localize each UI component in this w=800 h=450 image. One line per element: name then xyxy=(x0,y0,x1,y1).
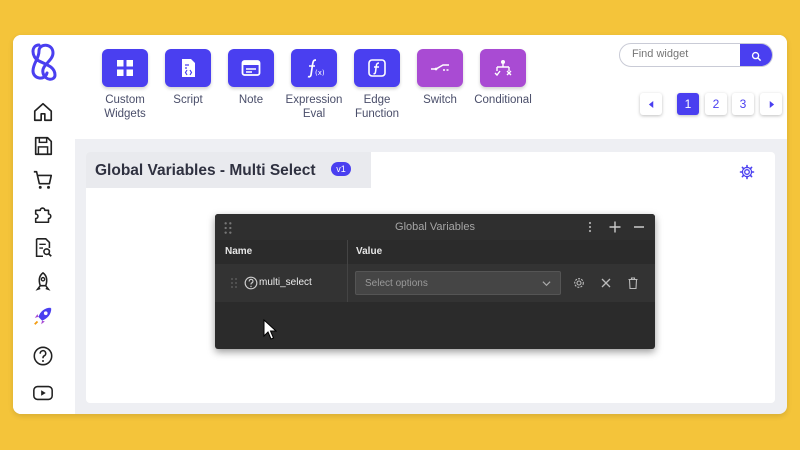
page-button-1[interactable]: 1 xyxy=(677,93,699,115)
row-settings-icon[interactable] xyxy=(572,276,586,290)
settings-gear-icon[interactable] xyxy=(739,164,755,180)
widget-script[interactable]: Script xyxy=(153,49,223,107)
rocket-outline-icon[interactable] xyxy=(31,270,55,294)
widget-conditional[interactable]: Conditional xyxy=(468,49,538,107)
variable-name: multi_select xyxy=(259,277,312,288)
kebab-menu-icon[interactable] xyxy=(583,220,597,234)
column-divider xyxy=(347,240,348,264)
trash-icon[interactable] xyxy=(626,276,640,290)
select-placeholder: Select options xyxy=(365,278,428,289)
caret-left-icon xyxy=(648,100,653,108)
save-icon[interactable] xyxy=(31,134,55,158)
next-page-button[interactable] xyxy=(760,93,782,115)
canvas-title-tab: Global Variables - Multi Select v1 xyxy=(86,152,371,188)
widget-custom-widgets[interactable]: Custom Widgets xyxy=(90,49,160,121)
column-header-value: Value xyxy=(356,246,383,257)
search-input[interactable] xyxy=(632,48,732,60)
svg-text:(x): (x) xyxy=(315,69,325,77)
close-icon[interactable] xyxy=(599,276,613,290)
page-button-2[interactable]: 2 xyxy=(705,93,727,115)
question-circle-icon[interactable] xyxy=(244,276,258,290)
search-button[interactable] xyxy=(740,44,772,66)
switch-icon xyxy=(417,49,463,87)
function-icon: (x) xyxy=(291,49,337,87)
widget-search[interactable] xyxy=(619,43,773,67)
widget-label: Script xyxy=(173,94,203,106)
help-icon[interactable] xyxy=(31,344,55,368)
mouse-cursor xyxy=(263,318,278,341)
chevron-down-icon xyxy=(542,281,551,287)
conditional-icon xyxy=(480,49,526,87)
add-icon[interactable] xyxy=(608,220,622,234)
widget-switch[interactable]: Switch xyxy=(405,49,475,107)
search-icon xyxy=(751,51,761,61)
global-variables-panel: Global Variables Name Value multi_select xyxy=(215,214,655,349)
page-title: Global Variables - Multi Select xyxy=(95,162,316,179)
edge-function-icon xyxy=(354,49,400,87)
note-icon xyxy=(228,49,274,87)
widget-toolbar: Custom Widgets Script Note (x) Expressio… xyxy=(75,35,787,139)
widget-expression-eval[interactable]: (x) Expression Eval xyxy=(279,49,349,121)
page-button-3[interactable]: 3 xyxy=(732,93,754,115)
puzzle-icon[interactable] xyxy=(31,202,55,226)
logo-icon[interactable] xyxy=(27,41,61,81)
widget-label: Note xyxy=(238,94,264,106)
script-file-icon xyxy=(165,49,211,87)
widget-label: Edge Function xyxy=(354,94,400,120)
cart-icon[interactable] xyxy=(31,168,55,192)
app-window: Custom Widgets Script Note (x) Expressio… xyxy=(13,35,787,414)
caret-right-icon xyxy=(769,100,774,108)
prev-page-button[interactable] xyxy=(640,93,662,115)
panel-header[interactable]: Global Variables xyxy=(215,214,655,240)
widget-note[interactable]: Note xyxy=(216,49,286,107)
row-drag-handle-icon[interactable] xyxy=(227,276,237,290)
youtube-icon[interactable] xyxy=(31,381,55,405)
widget-label: Conditional xyxy=(474,94,532,106)
widget-label: Expression Eval xyxy=(285,94,343,120)
table-row: multi_select Select options xyxy=(215,264,655,302)
widget-label: Switch xyxy=(423,94,457,106)
grid-icon xyxy=(102,49,148,87)
document-search-icon[interactable] xyxy=(31,236,55,260)
value-multi-select[interactable]: Select options xyxy=(355,271,561,295)
rocket-active-icon[interactable] xyxy=(31,304,55,328)
widget-label: Custom Widgets xyxy=(104,94,146,120)
column-header-name: Name xyxy=(225,246,253,257)
column-divider xyxy=(347,264,348,302)
minimize-icon[interactable] xyxy=(632,220,646,234)
widget-edge-function[interactable]: Edge Function xyxy=(342,49,412,121)
home-icon[interactable] xyxy=(31,100,55,124)
sidebar xyxy=(13,35,75,414)
version-badge: v1 xyxy=(331,162,351,176)
